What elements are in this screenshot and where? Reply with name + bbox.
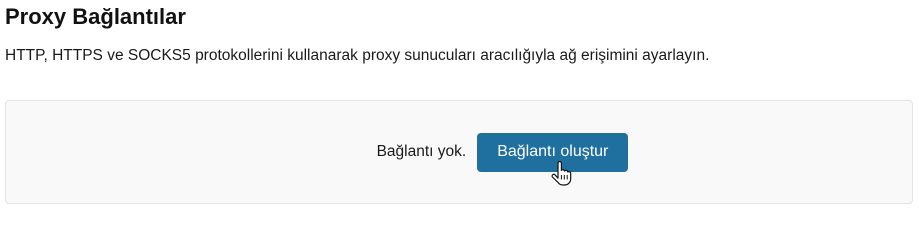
proxy-connections-page: Proxy Bağlantılar HTTP, HTTPS ve SOCKS5 … [0, 0, 919, 210]
create-connection-button-label: Bağlantı oluştur [497, 143, 609, 160]
page-description: HTTP, HTTPS ve SOCKS5 protokollerini kul… [5, 47, 710, 64]
hand-pointer-icon [551, 160, 572, 186]
empty-state-message: Bağlantı yok. [376, 143, 467, 160]
connections-empty-panel: Bağlantı yok. Bağlantı oluştur [5, 100, 913, 204]
create-connection-button[interactable]: Bağlantı oluştur [477, 132, 629, 186]
page-title: Proxy Bağlantılar [5, 4, 186, 29]
